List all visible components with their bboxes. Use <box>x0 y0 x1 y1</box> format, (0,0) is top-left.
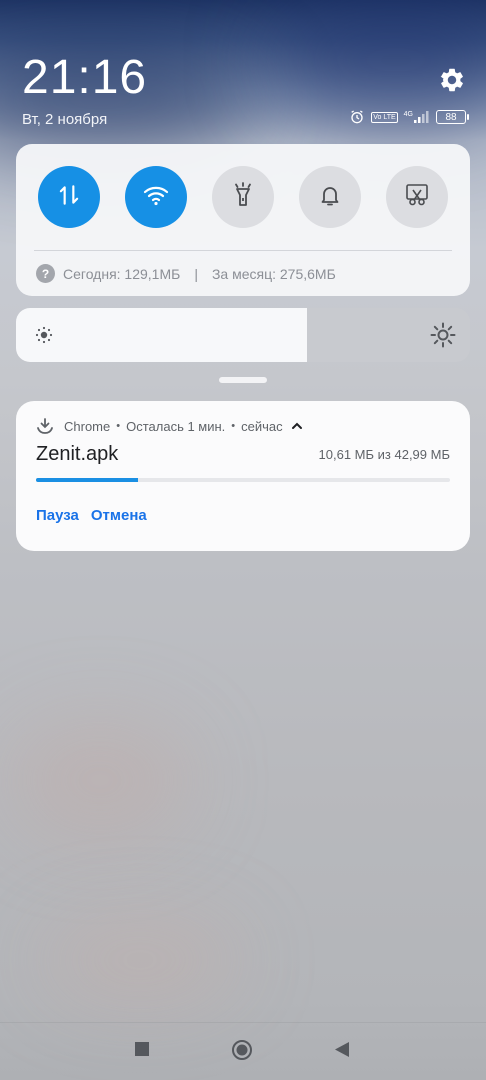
usage-separator: | <box>194 265 198 282</box>
pause-button[interactable]: Пауза <box>36 507 79 524</box>
back-triangle-icon <box>334 1041 350 1063</box>
notification-header: Chrome • Осталась 1 мин. • сейчас <box>36 418 303 434</box>
flashlight-icon <box>231 181 255 213</box>
square-icon <box>134 1041 150 1062</box>
usage-month: За месяц: 275,6МБ <box>211 265 336 282</box>
scissors-icon <box>404 183 430 212</box>
brightness-low-icon <box>34 325 54 350</box>
bell-icon <box>318 183 342 212</box>
brightness-high-icon <box>430 322 456 353</box>
drag-handle[interactable] <box>219 377 267 383</box>
battery-icon: 88 <box>436 110 469 124</box>
cancel-button[interactable]: Отмена <box>91 507 147 524</box>
home-button[interactable] <box>231 1039 253 1066</box>
brightness-fill <box>16 308 307 362</box>
notification-time: сейчас <box>241 418 283 434</box>
navigation-bar <box>0 1022 486 1080</box>
signal-icon: 4G <box>404 111 430 123</box>
network-type: 4G <box>403 111 413 118</box>
battery-level: 88 <box>445 111 457 123</box>
header-dot: • <box>231 420 236 432</box>
settings-gear-icon[interactable] <box>438 66 466 94</box>
chevron-up-icon[interactable] <box>291 421 303 431</box>
download-filename: Zenit.apk <box>36 443 119 465</box>
header-dot: • <box>116 420 121 432</box>
download-progress-fill <box>36 478 139 482</box>
recents-button[interactable] <box>134 1041 150 1062</box>
circle-icon <box>231 1039 253 1066</box>
notification-app: Chrome <box>64 418 111 434</box>
screenshot-toggle[interactable] <box>386 166 448 228</box>
clock[interactable]: 21:16 <box>22 50 147 105</box>
sound-toggle[interactable] <box>299 166 361 228</box>
download-progress-text: 10,61 МБ из 42,99 МБ <box>318 447 450 462</box>
download-progress-bar <box>36 478 450 482</box>
help-icon: ? <box>36 264 55 283</box>
divider <box>34 250 452 251</box>
wifi-toggle[interactable] <box>125 166 187 228</box>
data-usage[interactable]: ? Сегодня: 129,1МБ | За месяц: 275,6МБ <box>36 264 336 283</box>
download-notification[interactable]: Chrome • Осталась 1 мин. • сейчас Zenit.… <box>16 401 470 551</box>
notification-remaining: Осталась 1 мин. <box>126 418 226 434</box>
alarm-icon <box>349 109 365 125</box>
back-button[interactable] <box>334 1041 350 1063</box>
brightness-slider[interactable] <box>16 308 470 362</box>
status-bar: Vo LTE 4G 88 <box>349 109 469 125</box>
date[interactable]: Вт, 2 ноября <box>22 111 107 128</box>
wifi-icon <box>142 183 170 212</box>
updown-arrows-icon <box>56 182 82 213</box>
download-icon <box>36 418 54 434</box>
quick-settings-panel: ? Сегодня: 129,1МБ | За месяц: 275,6МБ <box>16 144 470 296</box>
mobile-data-toggle[interactable] <box>38 166 100 228</box>
volte-icon: Vo LTE <box>371 111 398 123</box>
flashlight-toggle[interactable] <box>212 166 274 228</box>
usage-today: Сегодня: 129,1МБ <box>63 265 181 282</box>
